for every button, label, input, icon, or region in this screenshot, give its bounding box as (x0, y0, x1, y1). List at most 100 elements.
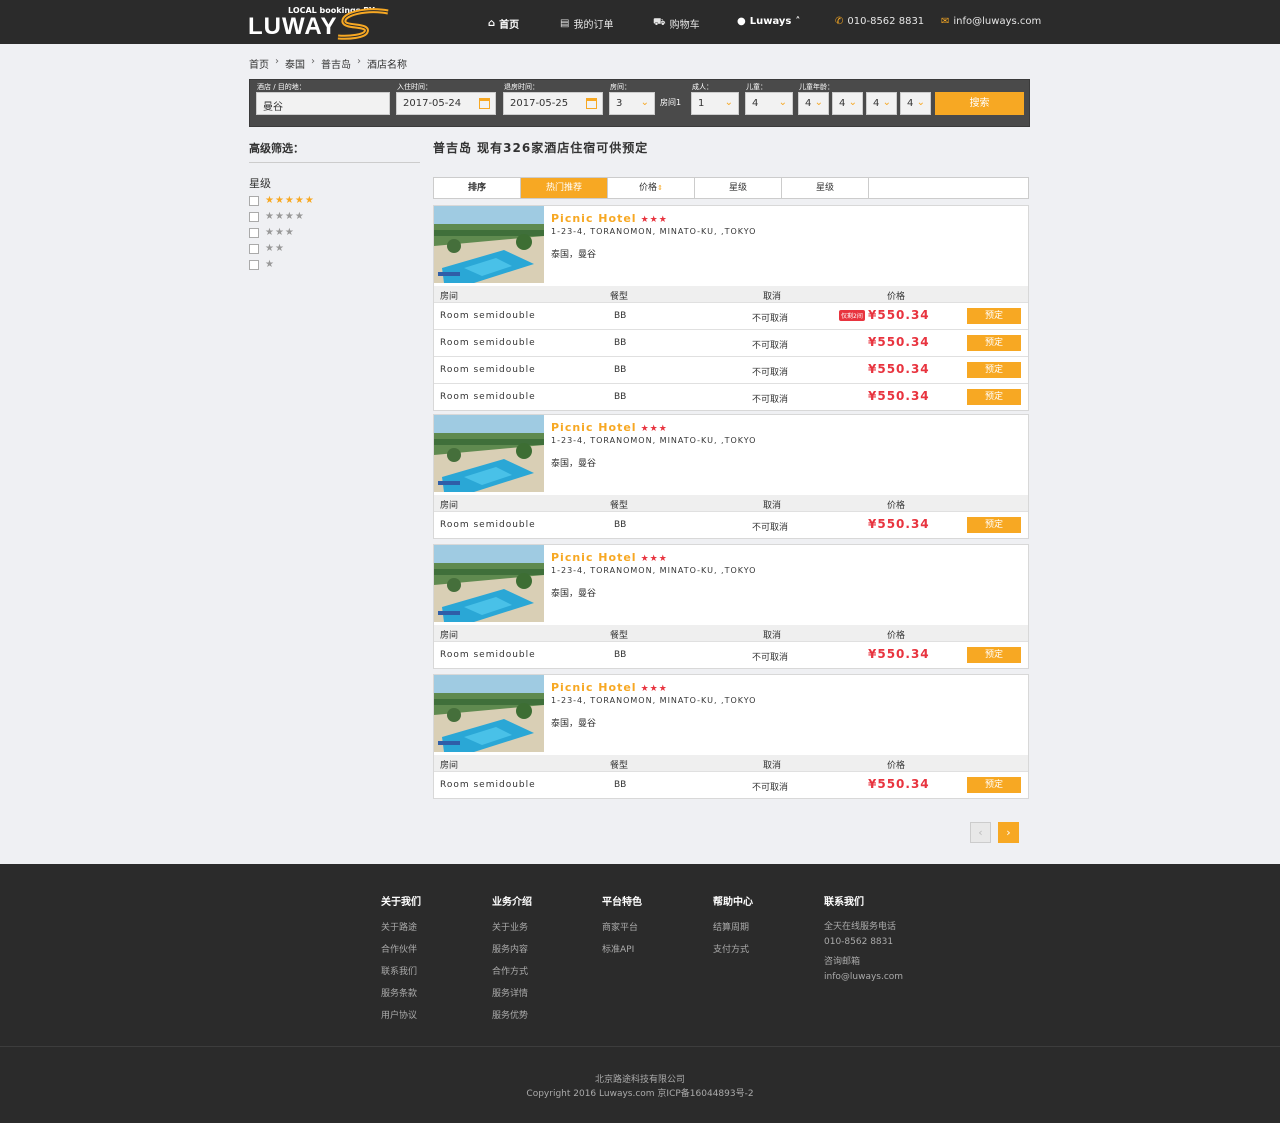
header-email[interactable]: ✉ info@luways.com (941, 16, 1041, 27)
footer-link[interactable]: 标准API (602, 942, 642, 955)
hotel-photo[interactable] (434, 206, 544, 283)
room-row: Room semidouble BB 不可取消 ¥550.34 预定 (434, 356, 1028, 383)
book-button[interactable]: 预定 (967, 777, 1021, 793)
sort-arrows-icon: ⇕ (657, 184, 663, 192)
breadcrumb-item[interactable]: 普吉岛 (321, 56, 351, 71)
footer-link[interactable]: 商家平台 (602, 920, 642, 933)
book-button[interactable]: 预定 (967, 308, 1021, 324)
results-title: 普吉岛 现有326家酒店住宿可供预定 (433, 141, 649, 155)
checkout-date-field[interactable]: 2017-05-25 (503, 92, 603, 115)
hotel-name[interactable]: Picnic Hotel ★★★ (551, 681, 668, 694)
nav-user-menu[interactable]: ● Luways ˄ (737, 16, 800, 27)
star-filter-5[interactable]: ★★★★★ (249, 195, 315, 206)
sort-star[interactable]: 星级 (695, 178, 782, 198)
prev-page-button[interactable]: ‹ (970, 822, 991, 843)
footer-link[interactable]: 支付方式 (713, 942, 753, 955)
book-button[interactable]: 预定 (967, 517, 1021, 533)
children-select[interactable]: 4 ⌄ (745, 92, 793, 115)
sort-popular[interactable]: 热门推荐 (521, 178, 608, 198)
book-button[interactable]: 预定 (967, 362, 1021, 378)
nav-cart[interactable]: ⛟ 购物车 (653, 16, 700, 31)
col-price: 价格 (887, 761, 906, 771)
child-age-select[interactable]: 4 ⌄ (798, 92, 829, 115)
hotel-photo[interactable] (434, 415, 544, 492)
search-button[interactable]: 搜索 (935, 92, 1024, 115)
sort-star[interactable]: 星级 (782, 178, 869, 198)
hotel-name-text: Picnic Hotel (551, 212, 637, 225)
footer-col-business: 业务介绍 关于业务 服务内容 合作方式 服务详情 服务优势 (492, 893, 532, 1030)
star-rating-icon: ★★★ (265, 227, 295, 238)
room-row: Room semidouble BB 不可取消 仅剩2间 ¥550.34 预定 (434, 302, 1028, 329)
child-age-value: 4 (839, 98, 846, 109)
room-name: Room semidouble (440, 650, 536, 660)
star-rating-icon: ★★★★★ (265, 195, 315, 206)
adults-label: 成人： (692, 83, 713, 91)
hotel-name[interactable]: Picnic Hotel ★★★ (551, 551, 668, 564)
hotel-photo[interactable] (434, 675, 544, 752)
destination-input[interactable]: 曼谷 (256, 92, 390, 115)
room-table-header: 房间 餐型 取消 价格 (434, 286, 1028, 302)
footer-link[interactable]: 关于业务 (492, 920, 532, 933)
book-button[interactable]: 预定 (967, 647, 1021, 663)
star-filter-label: 星级 (249, 177, 271, 190)
room-price: ¥550.34 (868, 362, 930, 376)
rooms-select[interactable]: 3 ⌄ (609, 92, 655, 115)
child-age-select[interactable]: 4 ⌄ (900, 92, 931, 115)
hotel-name[interactable]: Picnic Hotel ★★★ (551, 421, 668, 434)
footer-email[interactable]: info@luways.com (824, 970, 903, 985)
checkbox[interactable] (249, 211, 259, 222)
adults-select[interactable]: 1 ⌄ (691, 92, 739, 115)
footer-link[interactable]: 合作伙伴 (381, 942, 421, 955)
checkbox[interactable] (249, 227, 259, 238)
chevron-down-icon: ⌄ (640, 97, 649, 108)
checkbox[interactable] (249, 259, 259, 270)
checkin-date-field[interactable]: 2017-05-24 (396, 92, 496, 115)
nav-home-label: 首页 (499, 20, 520, 31)
star-filter-2[interactable]: ★★ (249, 243, 285, 254)
footer-link[interactable]: 合作方式 (492, 964, 532, 977)
sort-price[interactable]: 价格⇕ (608, 178, 695, 198)
footer-link[interactable]: 服务优势 (492, 1008, 532, 1021)
child-age-select[interactable]: 4 ⌄ (832, 92, 863, 115)
breadcrumb-separator-icon: › (275, 56, 279, 67)
child-age-select[interactable]: 4 ⌄ (866, 92, 897, 115)
hotel-photo[interactable] (434, 545, 544, 622)
nav-home[interactable]: ⌂ 首页 (488, 16, 519, 31)
footer-link[interactable]: 关于路途 (381, 920, 421, 933)
footer-link[interactable]: 结算周期 (713, 920, 753, 933)
star-rating-icon: ★★★ (640, 215, 668, 225)
footer-company: 北京路途科技有限公司 (594, 1075, 685, 1085)
checkbox[interactable] (249, 195, 259, 206)
next-page-button[interactable]: › (998, 822, 1019, 843)
chevron-right-icon: › (1006, 826, 1011, 839)
hotel-name[interactable]: Picnic Hotel ★★★ (551, 212, 668, 225)
luways-logo[interactable]: LOCAL bookings BY LUWAY (248, 6, 393, 40)
room-name: Room semidouble (440, 338, 536, 348)
hotel-card: Picnic Hotel ★★★ 1-23-4, TORANOMON, MINATO… (433, 674, 1029, 799)
book-button[interactable]: 预定 (967, 335, 1021, 351)
nav-cart-label: 购物车 (669, 20, 700, 31)
footer-link[interactable]: 联系我们 (381, 964, 421, 977)
room-cancel-policy: 不可取消 (752, 341, 789, 351)
rooms-value: 3 (616, 98, 623, 109)
room-cancel-policy: 不可取消 (752, 368, 789, 378)
star-filter-4[interactable]: ★★★★ (249, 211, 305, 222)
breadcrumb-item[interactable]: 首页 (249, 56, 269, 71)
book-button[interactable]: 预定 (967, 389, 1021, 405)
room-row: Room semidouble BB 不可取消 ¥550.34 预定 (434, 329, 1028, 356)
footer-link[interactable]: 服务详情 (492, 986, 532, 999)
nav-orders[interactable]: ▤ 我的订单 (560, 16, 613, 31)
footer-divider (0, 1046, 1280, 1047)
footer-heading: 帮助中心 (713, 897, 753, 908)
breadcrumb-item[interactable]: 泰国 (285, 56, 305, 71)
checkout-value: 2017-05-25 (510, 98, 569, 109)
footer-link[interactable]: 服务条款 (381, 986, 421, 999)
footer-link[interactable]: 服务内容 (492, 942, 532, 955)
footer-phone-label: 全天在线服务电话 (824, 922, 897, 932)
col-price: 价格 (887, 631, 906, 641)
star-filter-3[interactable]: ★★★ (249, 227, 295, 238)
footer-link[interactable]: 用户协议 (381, 1008, 421, 1021)
breadcrumb-current: 酒店名称 (367, 60, 407, 71)
star-filter-1[interactable]: ★ (249, 259, 275, 270)
checkbox[interactable] (249, 243, 259, 254)
